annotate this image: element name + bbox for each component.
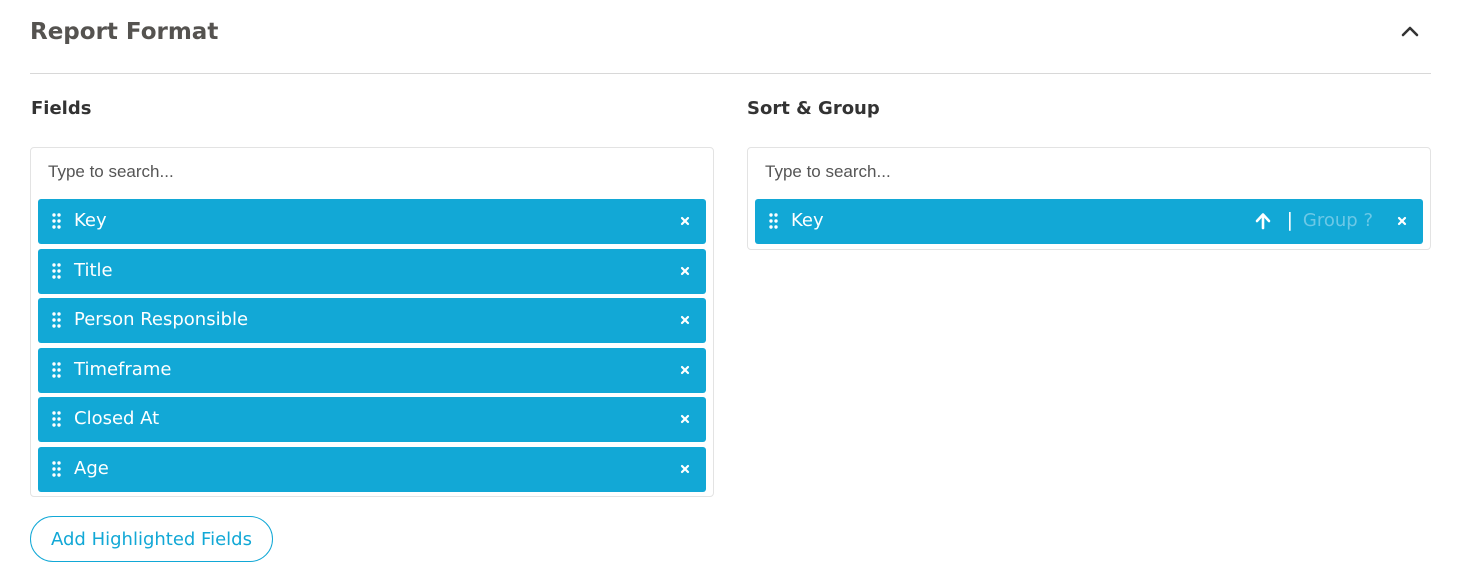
- field-chip-label: Age: [74, 458, 109, 479]
- drag-handle-icon[interactable]: [52, 312, 61, 328]
- field-chip-label: Title: [74, 260, 113, 281]
- field-chip-label: Closed At: [74, 408, 160, 429]
- field-chip-key[interactable]: Key: [38, 199, 706, 244]
- sort-chip-key[interactable]: Key | Group ?: [755, 199, 1423, 244]
- fields-label: Fields: [31, 98, 92, 119]
- field-chip-age[interactable]: Age: [38, 447, 706, 492]
- fields-search-input[interactable]: [32, 149, 712, 195]
- field-chip-label: Person Responsible: [74, 309, 249, 330]
- close-icon[interactable]: [678, 412, 692, 426]
- sort-group-search-input[interactable]: [749, 149, 1429, 195]
- drag-handle-icon[interactable]: [52, 411, 61, 427]
- drag-handle-icon[interactable]: [52, 362, 61, 378]
- section-header: Report Format: [30, 0, 1431, 74]
- field-chip-closed-at[interactable]: Closed At: [38, 397, 706, 442]
- add-highlighted-fields-button[interactable]: Add Highlighted Fields: [30, 516, 273, 562]
- chevron-up-icon: [1401, 26, 1419, 37]
- drag-handle-icon[interactable]: [52, 263, 61, 279]
- close-icon[interactable]: [678, 214, 692, 228]
- sort-group-panel: Key | Group ?: [747, 147, 1431, 250]
- close-icon[interactable]: [678, 264, 692, 278]
- close-icon[interactable]: [678, 313, 692, 327]
- separator: |: [1286, 209, 1293, 231]
- close-icon[interactable]: [1395, 214, 1409, 228]
- drag-handle-icon[interactable]: [52, 213, 61, 229]
- close-icon[interactable]: [678, 363, 692, 377]
- sort-group-label: Sort & Group: [747, 98, 880, 119]
- collapse-button[interactable]: [1399, 20, 1421, 42]
- field-chip-label: Key: [74, 210, 107, 231]
- group-toggle[interactable]: Group ?: [1303, 210, 1373, 231]
- drag-handle-icon[interactable]: [769, 213, 778, 229]
- field-chip-timeframe[interactable]: Timeframe: [38, 348, 706, 393]
- sort-chip-label: Key: [791, 210, 824, 231]
- field-chip-title[interactable]: Title: [38, 249, 706, 294]
- arrow-up-icon[interactable]: [1253, 211, 1273, 231]
- field-chip-person-responsible[interactable]: Person Responsible: [38, 298, 706, 343]
- drag-handle-icon[interactable]: [52, 461, 61, 477]
- fields-panel: Key Title Person Responsible Timeframe C…: [30, 147, 714, 497]
- field-chip-label: Timeframe: [74, 359, 172, 380]
- close-icon[interactable]: [678, 462, 692, 476]
- section-title: Report Format: [30, 19, 219, 45]
